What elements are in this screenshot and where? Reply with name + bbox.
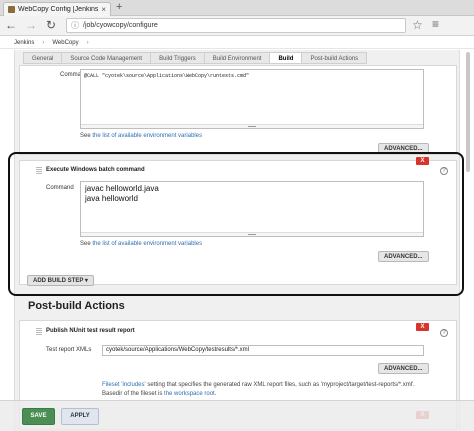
fileset-includes-link[interactable]: Fileset 'includes' (102, 382, 146, 388)
fileset-help-text: Fileset 'includes' setting that specifie… (102, 382, 415, 397)
tab-close-icon[interactable]: × (101, 5, 106, 14)
command-text: @CALL "cyotek\source\Applications\WebCop… (84, 73, 250, 79)
forward-icon[interactable]: → (25, 18, 37, 32)
browser-menu-icon[interactable]: ≡ (432, 17, 439, 31)
breadcrumb-separator: › (86, 39, 89, 46)
tab-build[interactable]: Build (269, 52, 303, 64)
apply-button[interactable]: APPLY (61, 408, 99, 425)
env-vars-link[interactable]: the list of available environment variab… (92, 133, 202, 139)
highlight-frame (8, 152, 464, 296)
save-button[interactable]: SAVE (22, 408, 55, 425)
address-text: /job/cyowcopy/configure (83, 22, 158, 29)
breadcrumb-webcopy[interactable]: WebCopy (52, 40, 78, 46)
tab-build-triggers[interactable]: Build Triggers (150, 52, 205, 64)
help-icon[interactable]: ? (440, 329, 448, 337)
delete-step-button[interactable]: X (416, 323, 429, 331)
step-title: Publish NUnit test result report (46, 328, 135, 334)
tab-title: WebCopy Config [Jenkins (18, 6, 99, 13)
breadcrumb-jenkins[interactable]: Jenkins (14, 40, 34, 46)
browser-tab-bar: WebCopy Config [Jenkins × + (0, 0, 474, 16)
new-tab-icon[interactable]: + (116, 1, 122, 13)
command-textarea[interactable]: @CALL "cyotek\source\Applications\WebCop… (80, 69, 424, 129)
build-step-runtests: Command @CALL "cyotek\source\Application… (19, 65, 457, 155)
advanced-button[interactable]: ADVANCED... (378, 363, 429, 374)
tab-source-code-management[interactable]: Source Code Management (61, 52, 152, 64)
browser-nav-bar: ← → ↻ ⓘ /job/cyowcopy/configure ☆ ≡ (0, 16, 474, 36)
bookmark-star-icon[interactable]: ☆ (412, 18, 423, 32)
textarea-resize-handle[interactable] (81, 124, 423, 128)
test-report-input[interactable]: cyotek/source/Applications/WebCopy/testr… (102, 345, 424, 356)
breadcrumb: Jenkins › WebCopy › (0, 37, 474, 49)
test-report-label: Test report XMLs (46, 347, 92, 353)
page-info-icon[interactable]: ⓘ (71, 20, 79, 31)
back-icon[interactable]: ← (5, 18, 17, 32)
post-build-heading: Post-build Actions (28, 300, 125, 312)
tab-post-build-actions[interactable]: Post-build Actions (301, 52, 368, 64)
env-vars-note: See the list of available environment va… (80, 133, 203, 139)
breadcrumb-separator: › (42, 39, 45, 46)
config-tabs: General Source Code Management Build Tri… (23, 52, 368, 64)
tab-general[interactable]: General (23, 52, 63, 64)
jenkins-favicon-icon (8, 6, 15, 13)
drag-handle-icon[interactable] (36, 328, 42, 336)
browser-tab[interactable]: WebCopy Config [Jenkins × (3, 2, 111, 16)
tab-build-environment[interactable]: Build Environment (203, 52, 271, 64)
page-scrollbar[interactable] (466, 52, 470, 172)
reload-icon[interactable]: ↻ (46, 18, 56, 32)
address-bar[interactable]: ⓘ /job/cyowcopy/configure (66, 18, 406, 33)
workspace-root-link[interactable]: the workspace root (164, 391, 215, 397)
